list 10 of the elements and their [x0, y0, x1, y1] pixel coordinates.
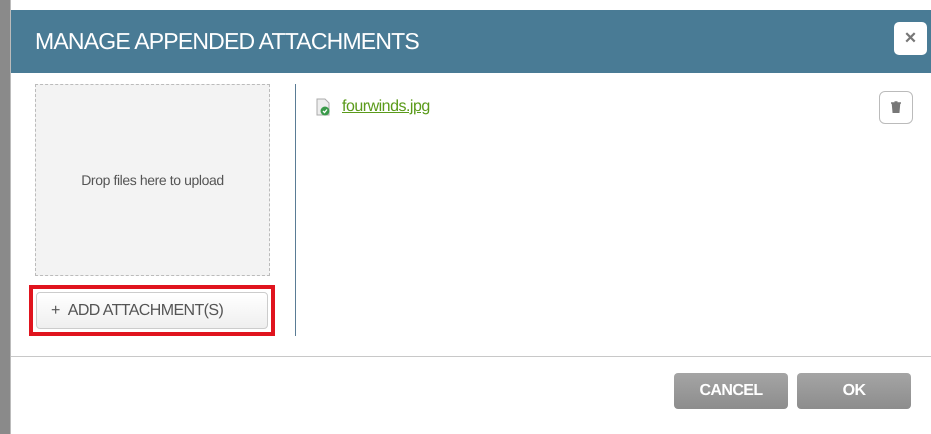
image-file-icon: [316, 98, 330, 116]
delete-button[interactable]: [879, 90, 913, 124]
dropzone[interactable]: Drop files here to upload: [35, 84, 270, 276]
dialog-title: MANAGE APPENDED ATTACHMENTS: [35, 28, 419, 55]
file-link[interactable]: fourwinds.jpg: [342, 98, 430, 116]
trash-icon: [891, 101, 901, 113]
dialog-button[interactable]: CANCEL: [674, 373, 788, 409]
close-button[interactable]: ×: [894, 22, 927, 55]
dialog-button[interactable]: OK: [797, 373, 911, 409]
add-attachment-button[interactable]: + ADD ATTACHMENT(S): [36, 292, 268, 329]
